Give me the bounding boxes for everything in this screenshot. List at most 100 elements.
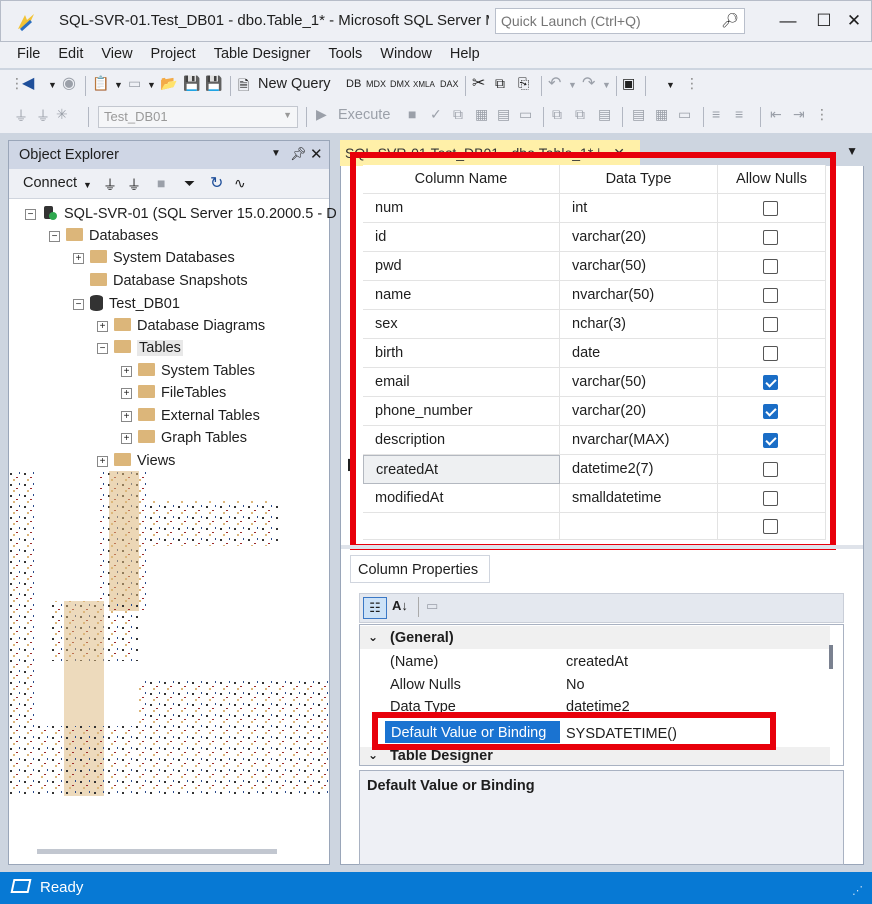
stop-icon[interactable]: ■ [157, 175, 165, 191]
chevron-down-icon[interactable]: ⌄ [368, 630, 378, 644]
new-query-button[interactable]: New Query [258, 76, 331, 92]
toolbar-options-icon[interactable]: ⋮ [815, 106, 829, 123]
expand-icon[interactable]: + [97, 456, 108, 467]
property-value[interactable]: datetime2 [566, 699, 630, 713]
copy-icon[interactable]: ⧉ [495, 75, 505, 92]
menu-window[interactable]: Window [371, 42, 441, 62]
resize-grip-icon[interactable]: ⋰ [852, 884, 863, 897]
cut-icon[interactable]: ✂ [472, 73, 485, 93]
tree-node-filetables[interactable]: + FileTables [121, 385, 226, 407]
close-button[interactable]: ✕ [837, 7, 871, 35]
include-plan-icon[interactable]: ⧉ [552, 106, 562, 123]
quick-launch-input[interactable] [496, 9, 718, 33]
property-row-name[interactable]: (Name) createdAt [360, 650, 830, 673]
results-to-grid-icon[interactable]: ▦ [655, 106, 668, 123]
search-icon[interactable]: 🔎︎ [721, 12, 739, 29]
estimated-plan-icon[interactable]: ⧉ [453, 106, 463, 123]
comment-icon[interactable]: ≡ [712, 106, 720, 122]
tab-list-dropdown-icon[interactable]: ▼ [846, 144, 858, 158]
menu-tools[interactable]: Tools [319, 42, 371, 62]
minimize-button[interactable]: — [771, 7, 805, 35]
menu-view[interactable]: View [92, 42, 141, 62]
connect-button[interactable]: Connect [23, 175, 77, 191]
filter-icon[interactable]: ⏷ [184, 175, 195, 192]
execute-icon[interactable]: ▶ [316, 106, 327, 123]
stop-icon[interactable]: ■ [408, 106, 416, 122]
paste-icon[interactable]: ⎘ [518, 75, 529, 92]
collapse-icon[interactable]: − [25, 209, 36, 220]
tree-node-database-diagrams[interactable]: + Database Diagrams [97, 318, 265, 340]
forward-icon[interactable]: ◉ [62, 73, 76, 93]
column-properties-tab[interactable]: Column Properties [350, 555, 490, 583]
back-icon[interactable]: ◀ [22, 73, 34, 93]
expand-icon[interactable]: + [97, 321, 108, 332]
tree-node-tables[interactable]: − Tables [97, 340, 183, 362]
window-position-icon[interactable]: ▼ [271, 148, 281, 159]
maximize-button[interactable]: ☐ [807, 7, 841, 35]
open-folder-icon[interactable]: 📂 [160, 75, 177, 92]
tree-node-graph-tables[interactable]: + Graph Tables [121, 430, 247, 452]
menu-project[interactable]: Project [142, 42, 205, 62]
parse-icon[interactable]: ✓ [430, 106, 442, 123]
property-grid-scrollbar[interactable] [829, 645, 833, 669]
connect-plug-icon[interactable]: ⏚ [103, 175, 117, 195]
splitter[interactable] [341, 545, 863, 549]
decrease-indent-icon[interactable]: ⇤ [770, 106, 782, 123]
add-item-icon[interactable]: ▭ [128, 75, 141, 92]
dmx-query-icon[interactable]: DMX [390, 79, 410, 89]
property-value[interactable]: No [566, 677, 585, 693]
tree-node-system-databases[interactable]: + System Databases [73, 250, 235, 272]
expand-icon[interactable]: + [121, 411, 132, 422]
results-to-file-icon[interactable]: ▭ [678, 106, 691, 123]
menu-file[interactable]: File [0, 42, 49, 62]
xmla-query-icon[interactable]: XMLA [413, 80, 435, 89]
activity-monitor-icon[interactable]: ▣ [622, 75, 635, 92]
dax-query-icon[interactable]: DAX [440, 79, 459, 89]
menu-table-designer[interactable]: Table Designer [205, 42, 320, 62]
live-statistics-icon[interactable]: ⧉ [575, 106, 585, 123]
results-to-text-icon[interactable]: ▤ [632, 106, 645, 123]
execute-button[interactable]: Execute [338, 107, 390, 123]
expand-icon[interactable]: + [121, 388, 132, 399]
property-row-allow-nulls[interactable]: Allow Nulls No [360, 673, 830, 696]
undo-icon[interactable]: ↶ [548, 73, 561, 93]
property-value[interactable]: createdAt [566, 654, 628, 670]
undo-dropdown-icon[interactable]: ▼ [568, 80, 577, 90]
close-icon[interactable]: ✕ [310, 145, 323, 163]
refresh-icon[interactable]: ↻ [210, 173, 223, 193]
intellisense-icon[interactable]: ▭ [519, 106, 532, 123]
client-statistics-icon[interactable]: ▤ [598, 106, 611, 123]
mdx-query-icon[interactable]: MDX [366, 79, 386, 89]
toolbar-options-icon[interactable]: ⋮ [685, 75, 699, 92]
category-general[interactable]: ⌄ (General) [360, 626, 830, 649]
activity-monitor-icon[interactable]: ∿ [234, 175, 246, 192]
save-icon[interactable]: 💾 [183, 75, 200, 92]
connect-dropdown-icon[interactable]: ▼ [83, 180, 92, 190]
connect-icon[interactable]: ⏚ [14, 106, 28, 126]
menu-edit[interactable]: Edit [49, 42, 92, 62]
tree-node-system-tables[interactable]: + System Tables [121, 363, 255, 385]
tree-node-databases[interactable]: − Databases [49, 228, 158, 250]
uncomment-icon[interactable]: ≡ [735, 106, 743, 122]
chevron-down-icon[interactable]: ⌄ [368, 748, 378, 762]
collapse-icon[interactable]: − [49, 231, 60, 242]
increase-indent-icon[interactable]: ⇥ [793, 106, 805, 123]
menu-help[interactable]: Help [441, 42, 489, 62]
available-databases-combo[interactable]: Test_DB01 ▼ [98, 106, 298, 128]
new-project-dropdown-icon[interactable]: ▼ [114, 80, 123, 90]
new-project-icon[interactable]: 📋 [92, 75, 109, 92]
tree-node-external-tables[interactable]: + External Tables [121, 408, 260, 430]
expand-icon[interactable]: + [121, 433, 132, 444]
tree-node-test-db[interactable]: − Test_DB01 [73, 295, 180, 317]
collapse-icon[interactable]: − [73, 299, 84, 310]
redo-icon[interactable]: ↷ [582, 73, 595, 93]
pin-icon[interactable]: 📌︎ [290, 146, 307, 162]
property-row-data-type[interactable]: Data Type datetime2 [360, 695, 830, 713]
save-all-icon[interactable]: 💾 [205, 75, 222, 92]
disconnect-icon[interactable]: ⏚ [36, 106, 50, 126]
change-connection-icon[interactable]: ✳ [56, 106, 68, 123]
query-options-icon[interactable]: ▤ [497, 106, 510, 123]
expand-icon[interactable]: + [121, 366, 132, 377]
horizontal-scrollbar[interactable] [37, 849, 277, 854]
add-item-dropdown-icon[interactable]: ▼ [147, 80, 156, 90]
